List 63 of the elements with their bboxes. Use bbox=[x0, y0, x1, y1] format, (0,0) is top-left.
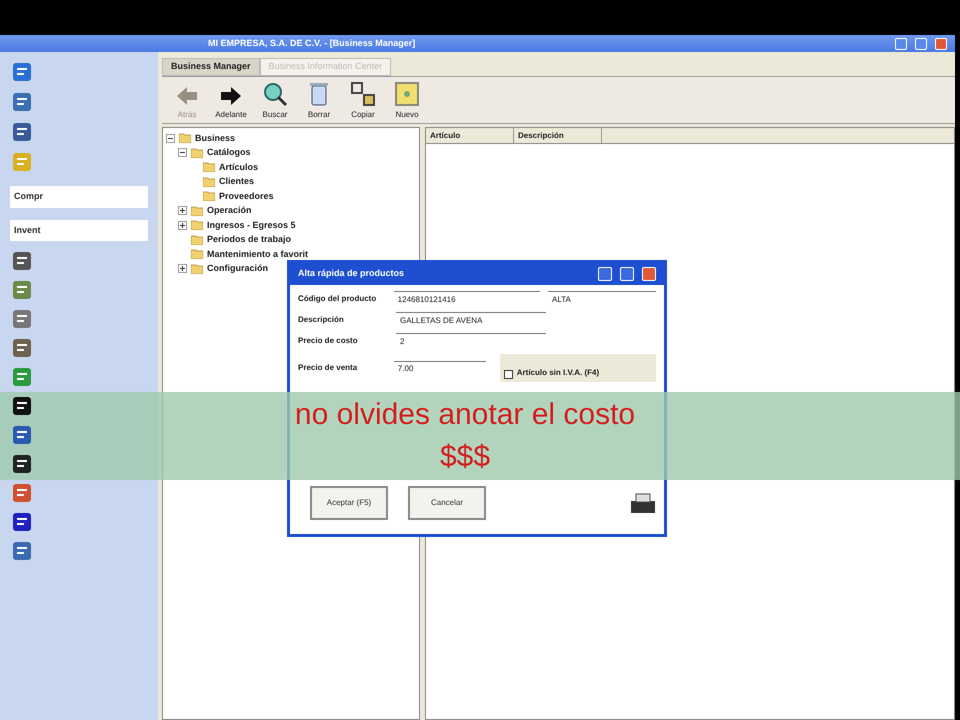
tree-item[interactable]: Proveedores bbox=[219, 190, 274, 203]
field-label: Precio de costo bbox=[298, 334, 359, 346]
folder-icon bbox=[191, 148, 203, 158]
tree-item[interactable]: Clientes bbox=[219, 175, 254, 188]
tree-item[interactable]: Operación bbox=[207, 204, 252, 218]
tab[interactable]: Business Manager bbox=[162, 58, 260, 76]
input-field[interactable]: 2 bbox=[396, 333, 546, 348]
tree-item[interactable]: Catálogos bbox=[207, 146, 251, 160]
tree-item[interactable]: Configuración bbox=[207, 262, 268, 276]
folder-icon bbox=[191, 264, 203, 274]
tree-item[interactable]: Business bbox=[195, 132, 236, 145]
checkbox-label: Artículo sin I.V.A. (F4) bbox=[516, 367, 600, 379]
window-title: MI EMPRESA, S.A. DE C.V. - [Business Manager] bbox=[207, 36, 416, 50]
folder-icon bbox=[203, 176, 215, 187]
restore-button[interactable] bbox=[915, 38, 927, 50]
minus-icon[interactable] bbox=[166, 134, 175, 143]
field-label: Precio de venta bbox=[298, 362, 358, 374]
folder-icon bbox=[203, 191, 215, 202]
new-document-icon bbox=[394, 81, 420, 107]
maximize-button[interactable] bbox=[620, 267, 634, 281]
column-header[interactable]: Descripción bbox=[514, 128, 602, 143]
left-arrow-icon bbox=[175, 85, 199, 107]
toolbar-button[interactable]: Nuevo bbox=[390, 81, 424, 121]
folder-icon bbox=[191, 249, 203, 260]
field-label: Código del producto bbox=[298, 292, 378, 304]
tree-item[interactable]: Periodos de trabajo bbox=[207, 233, 292, 246]
plus-icon[interactable] bbox=[178, 264, 187, 274]
minimize-button[interactable] bbox=[895, 38, 907, 50]
sidebar-section-header[interactable]: Compr bbox=[10, 186, 148, 208]
checkbox[interactable] bbox=[504, 370, 513, 379]
folder-icon bbox=[191, 220, 203, 230]
toolbar-button[interactable]: Buscar bbox=[258, 81, 292, 121]
right-arrow-icon bbox=[219, 85, 243, 107]
toolbar-button[interactable]: Adelante bbox=[214, 85, 248, 121]
tree-item[interactable]: Ingresos - Egresos 5 bbox=[207, 218, 296, 232]
minimize-button[interactable] bbox=[598, 267, 612, 281]
close-button[interactable] bbox=[642, 267, 656, 281]
toolbar-button[interactable]: Borrar bbox=[302, 81, 336, 121]
printer-icon bbox=[630, 492, 656, 514]
dialog-button[interactable]: Aceptar (F5) bbox=[310, 486, 388, 520]
toolbar-button[interactable]: Copiar bbox=[346, 81, 380, 121]
input-field[interactable]: 7.00 bbox=[394, 360, 486, 376]
input-field[interactable]: 1246810121416 bbox=[394, 291, 540, 306]
folder-icon bbox=[179, 133, 191, 144]
input-field[interactable]: ALTA bbox=[548, 291, 656, 306]
column-header[interactable]: Artículo bbox=[426, 128, 514, 143]
folder-icon bbox=[191, 234, 203, 245]
dialog-button[interactable]: Cancelar bbox=[408, 486, 486, 520]
tree-item[interactable]: Mantenimiento a favorit bbox=[207, 248, 308, 261]
trash-can-icon bbox=[309, 81, 329, 107]
folder-icon bbox=[203, 162, 215, 172]
sidebar-section-header[interactable]: Invent bbox=[10, 220, 148, 241]
field-label: Descripción bbox=[298, 314, 345, 326]
dialog-title: Alta rápida de productos bbox=[298, 267, 404, 280]
search-icon bbox=[262, 81, 288, 107]
close-button[interactable] bbox=[935, 38, 947, 50]
input-field[interactable]: GALLETAS DE AVENA bbox=[396, 312, 546, 327]
caption-text: no olvides anotar el costo $$$ bbox=[294, 397, 636, 475]
plus-icon[interactable] bbox=[178, 220, 187, 230]
minus-icon[interactable] bbox=[178, 148, 187, 158]
folder-icon bbox=[191, 206, 203, 216]
tree-item[interactable]: Artículos bbox=[219, 160, 258, 174]
plus-icon[interactable] bbox=[178, 206, 187, 216]
